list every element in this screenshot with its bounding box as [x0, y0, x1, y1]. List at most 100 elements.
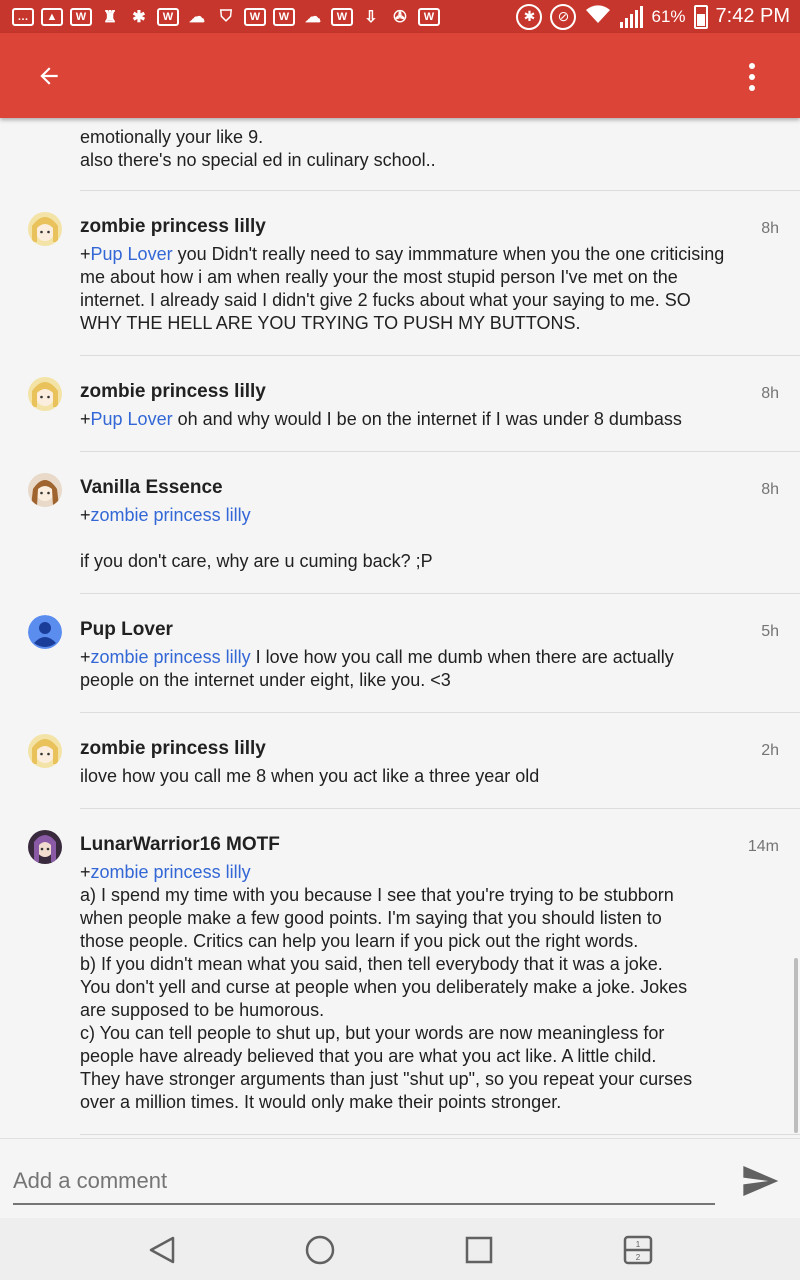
- comment-time: 8h: [761, 220, 779, 237]
- system-status: ✱ ⊘ 61% 7:42 PM: [516, 0, 790, 33]
- comment-text: +zombie princess lilly a) I spend my tim…: [80, 861, 730, 1114]
- send-icon: [743, 1166, 779, 1196]
- nav-back-button[interactable]: [144, 1232, 180, 1268]
- cloud-notification-icon: ☁: [305, 8, 321, 26]
- wattpad-notification-icon: W: [418, 7, 440, 26]
- status-bar: … ▲ W ♜ ✱ W ☁ ⛉ W W ☁ W ⇩ ✇ W ✱ ⊘ 61% 7:…: [0, 0, 800, 33]
- cloud-notification-icon: ☁: [189, 8, 205, 26]
- overflow-menu-dot: [749, 74, 755, 80]
- comment-body-text: you Didn't really need to say immmature …: [80, 244, 725, 333]
- svg-text:2: 2: [636, 1253, 641, 1262]
- divider: [80, 451, 800, 452]
- comment-input-area: [0, 1138, 800, 1218]
- mention-link[interactable]: Pup Lover: [91, 409, 173, 429]
- nav-recent-button[interactable]: [461, 1232, 497, 1268]
- divider: [80, 808, 800, 809]
- comment-time: 8h: [761, 481, 779, 498]
- mention-link[interactable]: zombie princess lilly: [91, 862, 251, 882]
- comment-text-line: people have already believed that you ar…: [80, 1046, 657, 1066]
- divider: [80, 712, 800, 713]
- bluetooth-notification-icon: ✱: [132, 8, 146, 26]
- overflow-menu-icon: [749, 63, 755, 69]
- battery-icon: [693, 4, 708, 29]
- arrow-left-icon: [40, 67, 58, 85]
- battery-percent: 61%: [651, 6, 686, 26]
- comment-author[interactable]: LunarWarrior16 MOTF: [80, 834, 280, 856]
- comment-text: +zombie princess lilly: [80, 505, 251, 525]
- mention-link[interactable]: zombie princess lilly: [91, 647, 251, 667]
- comment-text: +zombie princess lilly I love how you ca…: [80, 647, 674, 690]
- nav-dual-window-button[interactable]: 12: [620, 1232, 656, 1268]
- divider: [80, 190, 800, 191]
- nav-home-button[interactable]: [302, 1232, 338, 1268]
- comment-time: 14m: [747, 838, 779, 855]
- comment-body-text: ilove how you call me 8 when you act lik…: [80, 766, 540, 786]
- comment-text-line: They have stronger arguments than just "…: [80, 1069, 693, 1089]
- circle-home-icon: [305, 1235, 335, 1265]
- mention-link[interactable]: zombie princess lilly: [91, 505, 251, 525]
- download-notification-icon: ⇩: [364, 8, 378, 26]
- comment-text-line: also there's no special ed in culinary s…: [80, 150, 436, 170]
- comment-author[interactable]: Vanilla Essence: [80, 477, 223, 499]
- overflow-menu-button[interactable]: [740, 61, 764, 93]
- svg-text:1: 1: [636, 1240, 641, 1249]
- comment-text: +Pup Lover oh and why would I be on the …: [80, 409, 682, 429]
- comment-body-text: oh and why would I be on the internet if…: [172, 409, 682, 429]
- avatar[interactable]: [28, 212, 62, 246]
- comment-time: 8h: [761, 385, 779, 402]
- app-notification-icon: ✇: [393, 8, 407, 26]
- clock: 7:42 PM: [715, 5, 790, 27]
- signal-icon: [620, 5, 644, 28]
- back-button[interactable]: [30, 57, 68, 95]
- mute-icon: ⊘: [550, 3, 577, 30]
- avatar[interactable]: [28, 830, 62, 864]
- wattpad-notification-icon: W: [273, 7, 295, 26]
- comment-text-line: are supposed to be humorous.: [80, 1000, 325, 1020]
- comment-body-text: if you don't care, why are u cuming back…: [80, 551, 433, 571]
- wattpad-notification-icon: W: [331, 7, 353, 26]
- wifi-icon: [584, 3, 612, 31]
- comment-text-line: those people. Critics can help you learn…: [80, 931, 639, 951]
- comment-text-line: when people make a few good points. I'm …: [80, 908, 662, 928]
- wattpad-notification-icon: W: [70, 7, 92, 26]
- comment-text-line: c) You can tell people to shut up, but y…: [80, 1023, 665, 1043]
- square-recent-icon: [465, 1236, 493, 1264]
- image-notification-icon: ▲: [41, 7, 63, 26]
- comment-text: +Pup Lover you Didn't really need to say…: [80, 244, 725, 333]
- comment-author[interactable]: Pup Lover: [80, 619, 173, 641]
- comment-text-line: emotionally your like 9.: [80, 127, 264, 147]
- avatar[interactable]: [28, 377, 62, 411]
- dual-window-icon: 12: [623, 1235, 653, 1265]
- previous-comment-tail: emotionally your like 9. also there's no…: [80, 126, 436, 172]
- comment-list[interactable]: emotionally your like 9. also there's no…: [0, 118, 800, 1138]
- wattpad-notification-icon: W: [244, 7, 266, 26]
- scrollbar[interactable]: [794, 958, 798, 1133]
- overflow-menu-dot: [749, 85, 755, 91]
- message-notification-icon: …: [12, 7, 34, 26]
- comment-input[interactable]: [13, 1159, 715, 1205]
- comment-author[interactable]: zombie princess lilly: [80, 216, 266, 238]
- comment-time: 2h: [761, 742, 779, 759]
- triangle-back-icon: [149, 1236, 175, 1264]
- comment-text-line: b) If you didn't mean what you said, the…: [80, 954, 663, 974]
- bluetooth-icon: ✱: [516, 3, 543, 30]
- avatar[interactable]: [28, 473, 62, 507]
- comment-author[interactable]: zombie princess lilly: [80, 738, 266, 760]
- comment-time: 5h: [761, 623, 779, 640]
- comment-author[interactable]: zombie princess lilly: [80, 381, 266, 403]
- divider: [80, 593, 800, 594]
- mention-link[interactable]: Pup Lover: [91, 244, 173, 264]
- wattpad-notification-icon: W: [157, 7, 179, 26]
- divider: [80, 1134, 800, 1135]
- divider: [80, 355, 800, 356]
- default-user-avatar[interactable]: [28, 615, 62, 649]
- notification-icons: … ▲ W ♜ ✱ W ☁ ⛉ W W ☁ W ⇩ ✇ W: [0, 7, 440, 26]
- shield-notification-icon: ⛉: [219, 7, 232, 25]
- comment-text-line: You don't yell and curse at people when …: [80, 977, 688, 997]
- comment-text-line: over a million times. It would only make…: [80, 1092, 562, 1112]
- app-bar: [0, 33, 800, 118]
- avatar[interactable]: [28, 734, 62, 768]
- send-button[interactable]: [740, 1161, 780, 1201]
- navigation-bar: 12: [0, 1218, 800, 1280]
- app-notification-icon: ♜: [102, 8, 118, 26]
